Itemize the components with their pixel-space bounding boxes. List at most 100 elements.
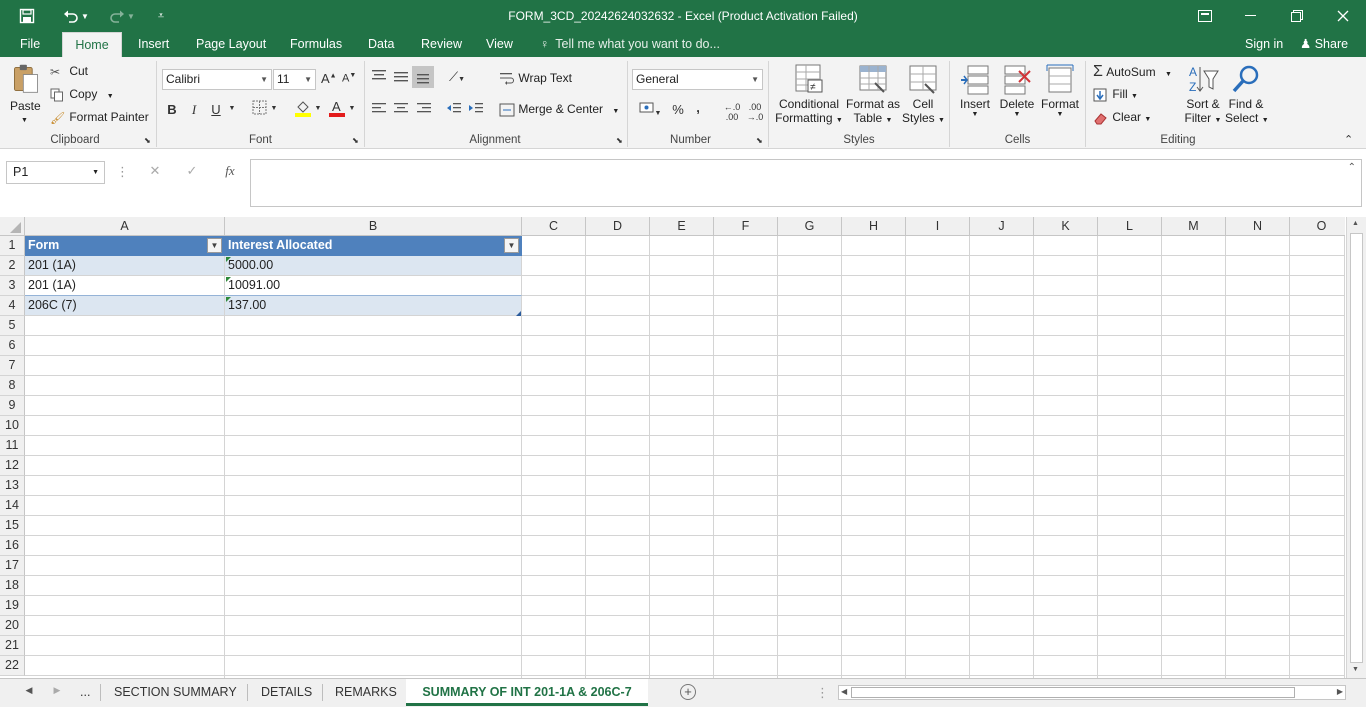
row-header[interactable]: 17	[0, 556, 25, 576]
column-header-k[interactable]: K	[1034, 217, 1098, 236]
column-header-a[interactable]: A	[25, 217, 225, 236]
row-header[interactable]: 21	[0, 636, 25, 656]
row-header[interactable]: 13	[0, 476, 25, 496]
tab-insert[interactable]: Insert	[134, 32, 173, 57]
increase-decimal-icon[interactable]: ←.0.00	[722, 102, 742, 122]
column-header-n[interactable]: N	[1226, 217, 1290, 236]
close-icon[interactable]	[1320, 0, 1366, 32]
row-header[interactable]: 8	[0, 376, 25, 396]
table-header-form[interactable]: Form ▼	[25, 236, 225, 256]
sign-in-link[interactable]: Sign in	[1241, 32, 1287, 57]
table-cell[interactable]: 201 (1A)	[25, 276, 225, 296]
column-header-g[interactable]: G	[778, 217, 842, 236]
new-sheet-icon[interactable]: +	[680, 684, 696, 700]
worksheet-grid[interactable]: A B C D E F G H I J K L M N O 1 2 3 4 5 …	[0, 217, 1345, 678]
column-header-i[interactable]: I	[906, 217, 970, 236]
filter-dropdown-icon[interactable]: ▼	[504, 238, 519, 253]
horizontal-scroll-thumb[interactable]	[851, 687, 1295, 698]
underline-dropdown-icon[interactable]: ▼	[228, 105, 236, 112]
scroll-tabs-right-icon[interactable]: ▶	[52, 685, 62, 696]
row-header[interactable]: 18	[0, 576, 25, 596]
row-header[interactable]: 22	[0, 656, 25, 676]
font-launcher-icon[interactable]: ⬊	[352, 136, 359, 145]
tab-review[interactable]: Review	[417, 32, 466, 57]
comma-style-button[interactable]: ,	[692, 100, 704, 115]
table-header-interest[interactable]: Interest Allocated ▼	[225, 236, 522, 256]
tab-formulas[interactable]: Formulas	[286, 32, 346, 57]
format-cells-button[interactable]: Format ▼	[1038, 63, 1082, 118]
insert-function-icon[interactable]: fx	[220, 163, 240, 179]
tell-me-search[interactable]: ♀ Tell me what you want to do...	[540, 32, 720, 57]
ribbon-display-options-icon[interactable]	[1182, 0, 1228, 32]
number-format-select[interactable]: General ▼	[632, 69, 763, 90]
column-header-b[interactable]: B	[225, 217, 522, 236]
conditional-formatting-button[interactable]: ≠ Conditional Formatting ▼	[774, 63, 844, 125]
format-as-table-button[interactable]: Format as Table ▼	[846, 63, 900, 125]
paste-button[interactable]: Paste ▼	[8, 63, 42, 133]
scroll-right-icon[interactable]: ▶	[1337, 687, 1343, 696]
autosum-button[interactable]: Σ AutoSum ▼	[1093, 63, 1172, 81]
merge-center-button[interactable]: Merge & Center ▼	[499, 102, 619, 117]
row-header[interactable]: 1	[0, 236, 25, 256]
row-header[interactable]: 11	[0, 436, 25, 456]
increase-font-icon[interactable]: A▲	[321, 71, 337, 86]
name-box[interactable]: P1 ▼	[6, 161, 105, 184]
formula-input[interactable]: ⌃	[250, 159, 1362, 207]
row-header[interactable]: 10	[0, 416, 25, 436]
row-header[interactable]: 6	[0, 336, 25, 356]
fill-button[interactable]: Fill ▼	[1093, 87, 1138, 102]
vertical-scrollbar[interactable]: ▲ ▼	[1346, 217, 1366, 678]
middle-align-icon[interactable]	[393, 69, 409, 86]
cut-button[interactable]: ✂ Cut	[50, 64, 88, 79]
collapse-formula-bar-icon[interactable]: ⌃	[1348, 162, 1356, 173]
format-painter-button[interactable]: 🖌 Format Painter	[50, 110, 149, 125]
delete-cells-button[interactable]: Delete ▼	[997, 63, 1037, 118]
insert-cells-button[interactable]: Insert ▼	[955, 63, 995, 118]
sheet-tab-summary-of-int[interactable]: SUMMARY OF INT 201-1A & 206C-7	[406, 679, 648, 706]
copy-button[interactable]: Copy ▼	[50, 87, 114, 102]
cancel-entry-icon[interactable]: ✕	[147, 163, 163, 179]
row-header[interactable]: 9	[0, 396, 25, 416]
decrease-indent-icon[interactable]	[446, 102, 462, 117]
tab-page-layout[interactable]: Page Layout	[192, 32, 270, 57]
alignment-launcher-icon[interactable]: ⬊	[616, 136, 623, 145]
font-color-dropdown-icon[interactable]: ▼	[348, 105, 356, 112]
sort-filter-button[interactable]: A Z Sort & Filter ▼	[1182, 63, 1224, 125]
borders-dropdown-icon[interactable]: ▼	[270, 105, 278, 112]
number-launcher-icon[interactable]: ⬊	[756, 136, 763, 145]
select-all-corner[interactable]	[0, 217, 25, 236]
row-header[interactable]: 12	[0, 456, 25, 476]
column-header-m[interactable]: M	[1162, 217, 1226, 236]
font-color-icon[interactable]: A	[328, 99, 346, 120]
increase-indent-icon[interactable]	[468, 102, 484, 117]
tab-file[interactable]: File	[16, 32, 44, 57]
sheet-tabs-more[interactable]: ...	[74, 679, 96, 706]
horizontal-scrollbar[interactable]: ◀ ▶	[838, 685, 1346, 700]
orientation-icon[interactable]: ⟋▼	[446, 69, 468, 85]
table-resize-handle-icon[interactable]	[516, 311, 521, 316]
collapse-ribbon-icon[interactable]: ⌃	[1344, 133, 1353, 146]
clear-button[interactable]: Clear ▼	[1093, 110, 1151, 125]
table-cell[interactable]: 201 (1A)	[25, 256, 225, 276]
row-header[interactable]: 15	[0, 516, 25, 536]
underline-button[interactable]: U	[210, 102, 222, 117]
align-right-icon[interactable]	[416, 102, 432, 117]
cell-styles-button[interactable]: Cell Styles ▼	[902, 63, 945, 125]
vertical-scroll-thumb[interactable]	[1350, 233, 1363, 663]
column-header-j[interactable]: J	[970, 217, 1034, 236]
table-cell[interactable]: 137.00	[225, 296, 522, 316]
row-header[interactable]: 16	[0, 536, 25, 556]
table-cell[interactable]: 206C (7)	[25, 296, 225, 316]
find-select-button[interactable]: Find & Select ▼	[1225, 63, 1269, 125]
accounting-format-icon[interactable]: ▼	[636, 101, 664, 118]
borders-icon[interactable]	[250, 100, 268, 118]
scroll-tabs-left-icon[interactable]: ◀	[24, 685, 34, 696]
confirm-entry-icon[interactable]: ✓	[184, 163, 200, 179]
row-header[interactable]: 4	[0, 296, 25, 316]
column-header-l[interactable]: L	[1098, 217, 1162, 236]
clipboard-launcher-icon[interactable]: ⬊	[144, 136, 151, 145]
column-header-h[interactable]: H	[842, 217, 906, 236]
share-button[interactable]: ♟ Share	[1296, 32, 1352, 57]
align-center-icon[interactable]	[393, 102, 409, 117]
tab-data[interactable]: Data	[364, 32, 398, 57]
